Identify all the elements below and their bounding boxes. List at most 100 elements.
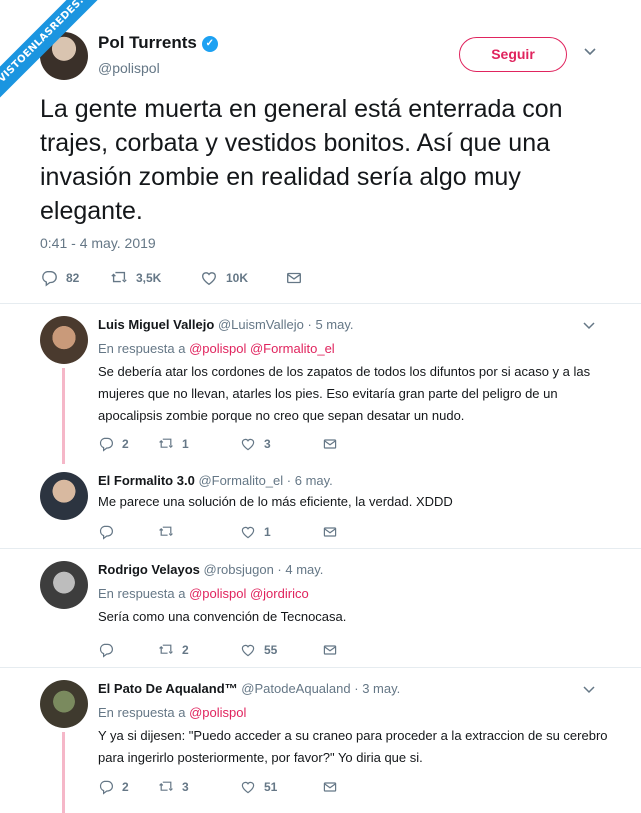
reply-date[interactable]: · 5 may. — [308, 317, 354, 332]
chevron-down-icon[interactable] — [583, 683, 595, 697]
chevron-down-icon[interactable] — [583, 44, 597, 60]
reply-author-handle[interactable]: @PatodeAqualand — [241, 681, 350, 696]
retweet-count: 2 — [182, 643, 189, 657]
reply-icon — [99, 780, 113, 795]
message-button[interactable] — [322, 436, 338, 452]
reply-count: 2 — [122, 780, 129, 794]
in-reply-mentions[interactable]: @polispol @jordirico — [189, 586, 309, 601]
author-name-text[interactable]: Pol Turrents — [98, 33, 197, 52]
reply-count: 2 — [122, 437, 129, 451]
reply-text: Me parece una solución de lo más eficien… — [98, 494, 453, 509]
in-reply-to: En respuesta a @polispol @Formalito_el — [98, 341, 335, 356]
tweet-timestamp[interactable]: 0:41 - 4 may. 2019 — [40, 235, 156, 251]
reply-actions: 2 55 — [98, 641, 338, 659]
reply-actions: 1 — [98, 523, 338, 541]
envelope-icon — [287, 272, 301, 284]
like-count: 51 — [264, 780, 278, 794]
message-button[interactable] — [322, 642, 338, 658]
retweet-icon — [159, 526, 173, 537]
like-count: 3 — [264, 437, 271, 451]
in-reply-to: En respuesta a @polispol — [98, 705, 246, 720]
envelope-icon — [323, 782, 337, 792]
verified-icon: ✓ — [201, 36, 218, 52]
follow-button[interactable]: Seguir — [459, 37, 567, 72]
thread-line — [62, 368, 65, 464]
reply-author-handle[interactable]: @robsjugon — [204, 562, 274, 577]
in-reply-mentions[interactable]: @polispol — [189, 705, 246, 720]
reply-author-name[interactable]: Luis Miguel Vallejo — [98, 317, 214, 332]
main-tweet: Pol Turrents ✓ @polispol Seguir La gente … — [0, 0, 641, 313]
retweet-count: 3,5K — [136, 271, 162, 285]
reply-author-name[interactable]: Rodrigo Velayos — [98, 562, 200, 577]
retweet-button[interactable] — [158, 524, 240, 540]
like-button[interactable]: 10K — [200, 269, 285, 287]
reply-date[interactable]: · 3 may. — [354, 681, 400, 696]
retweet-button[interactable]: 3 — [158, 779, 240, 795]
reply-button[interactable]: 2 — [98, 779, 158, 795]
reply-actions: 2 3 51 — [98, 778, 338, 796]
avatar[interactable] — [40, 561, 88, 609]
retweet-icon — [111, 271, 127, 283]
retweet-count: 1 — [182, 437, 189, 451]
retweet-button[interactable]: 3,5K — [110, 269, 200, 287]
reply-icon — [42, 271, 57, 287]
like-count: 10K — [226, 271, 249, 285]
message-button[interactable] — [322, 524, 338, 540]
reply-count: 82 — [66, 271, 80, 285]
reply-tweet: Luis Miguel Vallejo @LuismVallejo · 5 ma… — [0, 304, 641, 464]
reply-text: Se debería atar los cordones de los zapa… — [98, 364, 591, 423]
reply-button[interactable] — [98, 524, 158, 540]
envelope-icon — [323, 439, 337, 449]
in-reply-label: En respuesta a — [98, 341, 186, 356]
envelope-icon — [323, 645, 337, 655]
in-reply-label: En respuesta a — [98, 586, 186, 601]
chevron-down-icon[interactable] — [583, 319, 595, 333]
in-reply-mentions[interactable]: @polispol @Formalito_el — [189, 341, 335, 356]
retweet-button[interactable]: 2 — [158, 642, 240, 658]
reply-actions: 2 1 3 — [98, 435, 338, 453]
retweet-icon — [159, 644, 173, 655]
in-reply-to: En respuesta a @polispol @jordirico — [98, 586, 309, 601]
like-button[interactable]: 3 — [240, 436, 322, 452]
reply-icon — [99, 437, 113, 452]
message-button[interactable] — [322, 779, 338, 795]
heart-icon — [241, 526, 255, 539]
reply-author-name[interactable]: El Formalito 3.0 — [98, 473, 195, 488]
like-button[interactable]: 55 — [240, 642, 322, 658]
thread-line — [62, 732, 65, 813]
like-count: 1 — [264, 525, 271, 539]
reply-button[interactable]: 2 — [98, 436, 158, 452]
retweet-button[interactable]: 1 — [158, 436, 240, 452]
heart-icon — [241, 781, 255, 794]
reply-icon — [99, 525, 113, 540]
reply-button[interactable]: 82 — [40, 269, 110, 287]
like-button[interactable]: 51 — [240, 779, 322, 795]
reply-author-handle[interactable]: @Formalito_el — [198, 473, 283, 488]
author-name[interactable]: Pol Turrents ✓ — [98, 33, 218, 53]
in-reply-label: En respuesta a — [98, 705, 186, 720]
reply-text: Y ya si dijesen: "Puedo acceder a su cra… — [98, 728, 608, 765]
reply-date[interactable]: · 6 may. — [287, 473, 333, 488]
heart-icon — [241, 438, 255, 451]
tweet-actions: 82 3,5K 10K — [40, 268, 303, 288]
message-button[interactable] — [285, 269, 303, 287]
heart-icon — [202, 272, 216, 286]
avatar[interactable] — [40, 316, 88, 364]
heart-icon — [241, 644, 255, 657]
avatar[interactable] — [40, 680, 88, 728]
reply-icon — [99, 643, 113, 658]
retweet-icon — [159, 781, 173, 792]
like-button[interactable]: 1 — [240, 524, 322, 540]
reply-tweet: El Pato De Aqualand™ @PatodeAqualand · 3… — [0, 668, 641, 813]
tweet-text: La gente muerta en general está enterrad… — [40, 95, 563, 225]
like-count: 55 — [264, 643, 278, 657]
avatar[interactable] — [40, 472, 88, 520]
reply-date[interactable]: · 4 may. — [277, 562, 323, 577]
author-handle[interactable]: @polispol — [98, 60, 160, 76]
envelope-icon — [323, 527, 337, 537]
reply-author-name[interactable]: El Pato De Aqualand™ — [98, 681, 238, 696]
reply-button[interactable] — [98, 642, 158, 658]
reply-author-handle[interactable]: @LuismVallejo — [218, 317, 304, 332]
reply-tweet: Rodrigo Velayos @robsjugon · 4 may. En r… — [0, 549, 641, 667]
reply-tweet: El Formalito 3.0 @Formalito_el · 6 may. … — [0, 464, 641, 548]
